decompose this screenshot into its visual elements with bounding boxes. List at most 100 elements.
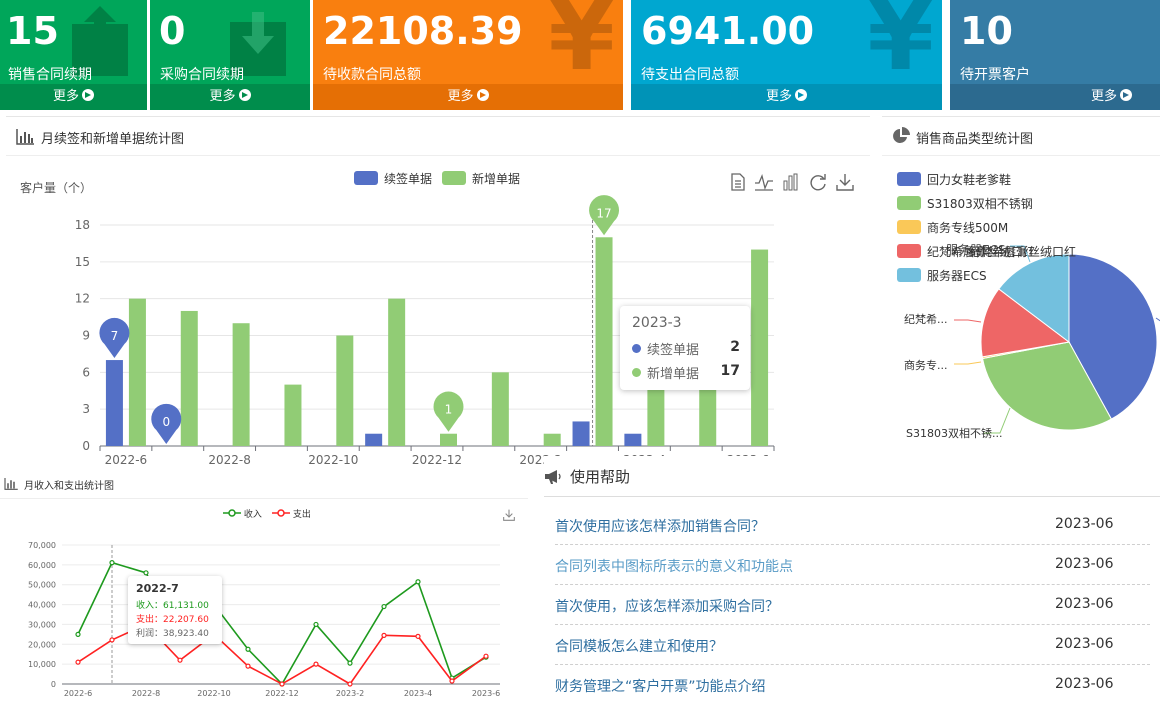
tile-label: 待开票客户 xyxy=(960,67,1030,83)
tooltip-series: 续签单据 xyxy=(647,343,700,358)
more-link[interactable]: 更多 xyxy=(631,84,942,110)
tile-value: 22108.39 xyxy=(323,9,523,53)
legend-swatch xyxy=(223,509,241,517)
x-tick-label: 2022-10 xyxy=(308,453,358,467)
bar-new xyxy=(180,310,198,446)
pie-legend-item[interactable]: 回力女鞋老爹鞋 xyxy=(897,171,1011,188)
help-question-link[interactable]: 合同列表中图标所表示的意义和功能点 xyxy=(555,556,793,576)
data-point xyxy=(279,681,285,687)
tooltip-income: 收入：61,131.00 xyxy=(136,601,209,611)
help-item[interactable]: 财务管理之“客户开票”功能点介绍 2023-06 xyxy=(555,664,1150,704)
bar-new xyxy=(440,433,457,446)
finance-legend-expense[interactable]: 支出 xyxy=(272,507,311,520)
panel-header: 月收入和支出统计图 xyxy=(0,470,528,499)
bar-new xyxy=(284,384,302,446)
tile-purchase-renewal: 0 采购合同续期 更多 xyxy=(150,0,310,110)
bar-new xyxy=(232,323,250,446)
legend-label: 支出 xyxy=(292,510,311,520)
marker-label: 7 xyxy=(111,329,119,343)
line-tooltip: 2022-7 收入：61,131.00 支出：22,207.60 利润：38,9… xyxy=(128,576,222,644)
data-point xyxy=(75,631,81,637)
help-item[interactable]: 首次使用，应该怎样添加采购合同？ 2023-06 xyxy=(555,584,1150,625)
tile-value: 10 xyxy=(960,9,1013,53)
help-question-link[interactable]: 首次使用应该怎样添加销售合同？ xyxy=(555,516,765,536)
callout-line xyxy=(954,319,982,323)
y-tick-label: 3 xyxy=(82,402,90,416)
bar-new xyxy=(543,433,561,446)
more-link[interactable]: 更多 xyxy=(950,84,1160,110)
tile-label: 待支出合同总额 xyxy=(641,67,739,83)
tooltip-title: 2023-3 xyxy=(632,315,682,331)
finance-legend-income[interactable]: 收入 xyxy=(223,507,262,520)
x-tick-label: 2022-12 xyxy=(265,689,298,698)
more-link[interactable]: 更多 xyxy=(0,84,147,110)
marker-label: 17 xyxy=(596,206,611,220)
tooltip-value: 17 xyxy=(720,363,740,379)
x-tick-label: 2022-6 xyxy=(64,689,92,698)
x-tick-label: 2022-8 xyxy=(132,689,160,698)
tile-receivable-total: ¥ 22108.39 待收款合同总额 更多 xyxy=(313,0,623,110)
tooltip-title: 2022-7 xyxy=(136,582,179,595)
more-label: 更多 xyxy=(52,89,79,104)
panel-title: 月续签和新增单据统计图 xyxy=(41,132,185,147)
help-question-link[interactable]: 合同模板怎么建立和使用？ xyxy=(555,636,723,656)
y-tick-label: 15 xyxy=(75,255,90,269)
data-point xyxy=(109,560,115,566)
help-date: 2023-06 xyxy=(1055,636,1114,652)
bar-new xyxy=(595,237,613,446)
arrow-right-icon xyxy=(795,89,807,101)
help-question-link[interactable]: 财务管理之“客户开票”功能点介绍 xyxy=(555,676,766,696)
help-item[interactable]: 首次使用应该怎样添加销售合同？ 2023-06 xyxy=(555,504,1150,545)
tile-label: 待收款合同总额 xyxy=(323,67,421,83)
help-item[interactable]: 合同模板怎么建立和使用？ 2023-06 xyxy=(555,624,1150,665)
legend-swatch xyxy=(272,509,290,517)
data-point xyxy=(245,663,251,669)
tile-value: 15 xyxy=(6,9,59,53)
legend-label: 收入 xyxy=(243,510,262,520)
tooltip-expense: 支出：22,207.60 xyxy=(136,615,209,625)
data-point xyxy=(245,646,251,652)
help-item[interactable]: 合同列表中图标所表示的意义和功能点 2023-06 xyxy=(555,544,1150,585)
arrow-right-icon xyxy=(238,89,251,101)
arrow-right-icon xyxy=(1120,89,1132,101)
data-point xyxy=(313,661,319,667)
pie-callout: 商务专... xyxy=(904,359,948,372)
data-point xyxy=(415,579,421,585)
data-point xyxy=(449,678,455,684)
arrow-right-icon xyxy=(476,89,489,101)
help-date: 2023-06 xyxy=(1055,516,1114,532)
panel-header: 使用帮助 xyxy=(544,456,1160,497)
x-tick-label: 2023-6 xyxy=(472,689,500,698)
panel-title: 月收入和支出统计图 xyxy=(24,481,114,492)
bar-chart-icon xyxy=(4,478,18,490)
panel-title: 使用帮助 xyxy=(570,468,631,486)
pie-legend-item[interactable]: S31803双相不锈钢 xyxy=(897,195,1033,212)
y-tick-label: 40,000 xyxy=(28,601,56,610)
more-label: 更多 xyxy=(765,89,792,104)
panel-header: 销售商品类型统计图 xyxy=(882,117,1160,156)
help-date: 2023-06 xyxy=(1055,596,1114,612)
bar-renew xyxy=(572,421,590,446)
more-link[interactable]: 更多 xyxy=(150,84,310,110)
y-tick-label: 12 xyxy=(75,292,90,306)
help-date: 2023-06 xyxy=(1055,556,1114,572)
more-link[interactable]: 更多 xyxy=(313,84,623,110)
data-point xyxy=(415,633,421,639)
tooltip-value: 2 xyxy=(730,339,740,355)
tile-value: 0 xyxy=(159,9,186,53)
legend-label: S31803双相不锈钢 xyxy=(927,197,1033,211)
bar-tooltip: 2023-3 续签单据 2 新增单据 17 xyxy=(620,306,750,390)
y-tick-label: 18 xyxy=(75,218,90,232)
marker-label: 1 xyxy=(445,403,453,417)
help-question-link[interactable]: 首次使用，应该怎样添加采购合同？ xyxy=(555,596,779,616)
download-icon[interactable] xyxy=(503,509,515,521)
data-point xyxy=(109,637,115,643)
data-point xyxy=(381,632,387,638)
y-tick-label: 70,000 xyxy=(28,541,56,550)
yuan-icon: ¥ xyxy=(548,0,615,92)
y-tick-label: 6 xyxy=(82,365,90,379)
data-point xyxy=(347,681,353,687)
x-tick-label: 2023-4 xyxy=(404,689,432,698)
tooltip-series: 新增单据 xyxy=(647,367,700,382)
arrow-right-icon xyxy=(82,89,94,101)
